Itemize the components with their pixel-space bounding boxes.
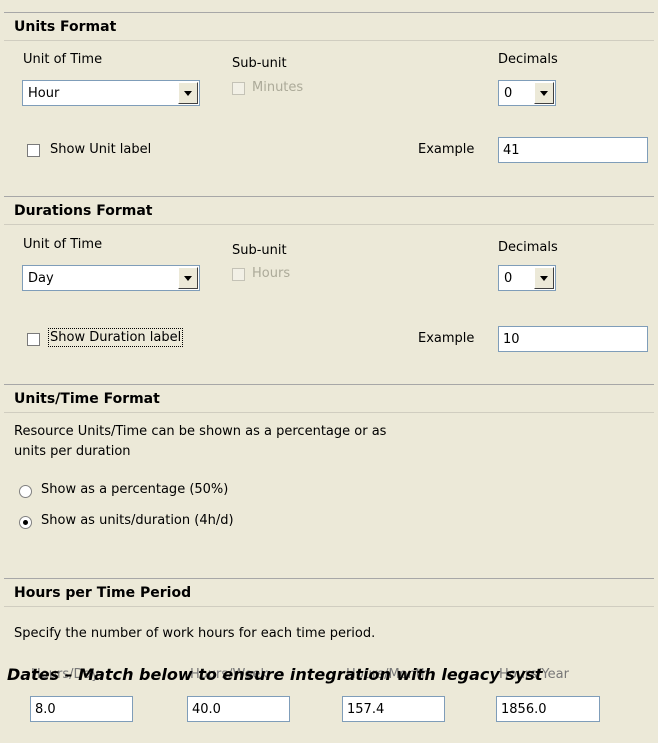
dropdown-button[interactable] (534, 267, 554, 289)
durations-example-field[interactable]: 10 (498, 326, 648, 352)
sub-unit-label: Sub-unit (232, 56, 287, 71)
dropdown-button[interactable] (534, 82, 554, 104)
example-value: 41 (503, 143, 520, 158)
unit-of-time-select[interactable]: Hour (22, 80, 200, 106)
overlay-annotation: Dates – Match below to ensure integratio… (7, 665, 543, 684)
duration-decimals-select[interactable]: 0 (498, 265, 556, 291)
hours-per-time-period-header: Hours per Time Period (4, 578, 654, 606)
unit-of-time-label: Unit of Time (23, 237, 103, 252)
units-time-description: Resource Units/Time can be shown as a pe… (14, 424, 387, 439)
hours-year-field[interactable]: 1856.0 (496, 696, 600, 722)
hours-week-field[interactable]: 40.0 (187, 696, 290, 722)
chevron-down-icon (540, 91, 548, 96)
chevron-down-icon (184, 276, 192, 281)
show-as-units-duration-radio[interactable] (19, 516, 32, 529)
hours-week-value: 40.0 (192, 702, 221, 717)
example-label: Example (418, 331, 475, 346)
units-time-description-2: units per duration (14, 444, 131, 459)
dropdown-button[interactable] (178, 82, 198, 104)
chevron-down-icon (540, 276, 548, 281)
decimals-select[interactable]: 0 (498, 80, 556, 106)
units-format-header: Units Format (4, 12, 654, 40)
chevron-down-icon (184, 91, 192, 96)
sub-unit-label: Sub-unit (232, 243, 287, 258)
duration-unit-select[interactable]: Day (22, 265, 200, 291)
example-value: 10 (503, 332, 520, 347)
minutes-checkbox[interactable] (232, 82, 245, 95)
hours-description: Specify the number of work hours for eac… (14, 626, 376, 641)
show-duration-label-checkbox[interactable] (27, 333, 40, 346)
divider (4, 412, 654, 413)
hours-label: Hours (252, 266, 291, 281)
dropdown-button[interactable] (178, 267, 198, 289)
show-as-units-duration-label: Show as units/duration (4h/d) (41, 513, 234, 528)
hours-month-field[interactable]: 157.4 (342, 696, 445, 722)
unit-of-time-value: Hour (28, 86, 60, 101)
section-title: Units Format (14, 19, 117, 35)
hours-checkbox[interactable] (232, 268, 245, 281)
hours-day-field[interactable]: 8.0 (30, 696, 133, 722)
hours-month-value: 157.4 (347, 702, 385, 717)
minutes-label: Minutes (252, 80, 304, 95)
section-title: Units/Time Format (14, 391, 160, 407)
hours-day-value: 8.0 (35, 702, 56, 717)
example-label: Example (418, 142, 475, 157)
radio-selected-dot (23, 520, 28, 525)
durations-format-header: Durations Format (4, 196, 654, 224)
show-as-percentage-label: Show as a percentage (50%) (41, 482, 229, 497)
show-unit-label-text: Show Unit label (50, 142, 152, 157)
duration-unit-value: Day (28, 271, 54, 286)
unit-of-time-label: Unit of Time (23, 52, 103, 67)
show-unit-label-checkbox[interactable] (27, 144, 40, 157)
units-example-field[interactable]: 41 (498, 137, 648, 163)
divider (4, 40, 654, 41)
section-title: Durations Format (14, 203, 153, 219)
divider (4, 224, 654, 225)
decimals-value: 0 (504, 86, 513, 101)
hours-year-value: 1856.0 (501, 702, 547, 717)
decimals-label: Decimals (498, 240, 558, 255)
decimals-value: 0 (504, 271, 513, 286)
show-as-percentage-radio[interactable] (19, 485, 32, 498)
decimals-label: Decimals (498, 52, 558, 67)
section-title: Hours per Time Period (14, 585, 192, 601)
show-duration-label-text: Show Duration label (47, 328, 184, 347)
divider (4, 606, 654, 607)
units-time-format-header: Units/Time Format (4, 384, 654, 412)
